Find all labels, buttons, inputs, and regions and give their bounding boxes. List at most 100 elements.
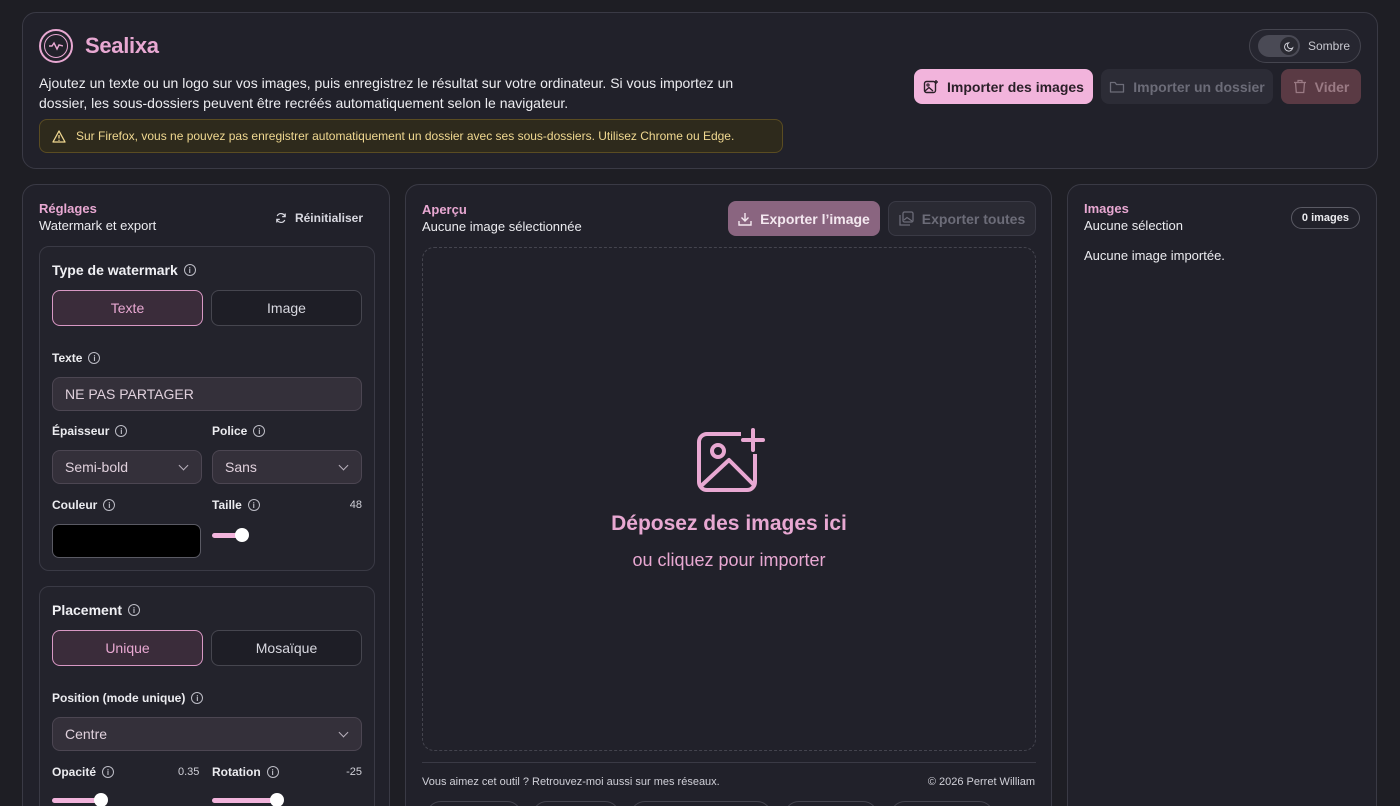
- import-folder-button[interactable]: Importer un dossier: [1101, 69, 1273, 104]
- footer-social-text: Vous aimez cet outil ? Retrouvez-moi aus…: [422, 776, 720, 788]
- social-link-button[interactable]: [426, 801, 522, 806]
- font-select[interactable]: Sans: [212, 450, 362, 484]
- export-image-label: Exporter l’image: [760, 210, 870, 227]
- folder-icon: [1110, 81, 1125, 93]
- weight-field-label: Épaisseur i: [52, 424, 128, 438]
- chevron-down-icon: [338, 460, 349, 470]
- rotation-slider[interactable]: [212, 798, 276, 803]
- size-label: Taille: [212, 498, 242, 512]
- position-field-label: Position (mode unique) i: [52, 691, 204, 705]
- weight-label: Épaisseur: [52, 424, 110, 438]
- color-field-label: Couleur i: [52, 498, 116, 512]
- weight-select[interactable]: Semi-bold: [52, 450, 202, 484]
- images-empty-text: Aucune image importée.: [1084, 248, 1225, 263]
- clear-button[interactable]: Vider: [1281, 69, 1361, 104]
- footer-divider: [422, 762, 1036, 763]
- firefox-warning: Sur Firefox, vous ne pouvez pas enregist…: [39, 119, 783, 153]
- preview-subtitle: Aucune image sélectionnée: [422, 219, 582, 234]
- social-link-button[interactable]: [784, 801, 878, 806]
- placement-label: Placement: [52, 602, 123, 618]
- app-name: Sealixa: [85, 33, 159, 58]
- rotation-field-label: Rotation i: [212, 765, 279, 779]
- placement-unique-option[interactable]: Unique: [52, 630, 203, 666]
- reset-label: Réinitialiser: [294, 211, 363, 225]
- footer-copyright: © 2026 Perret William: [927, 776, 1035, 788]
- settings-subtitle: Watermark et export: [39, 218, 157, 233]
- position-label: Position (mode unique): [52, 691, 186, 705]
- clear-label: Vider: [1314, 78, 1350, 95]
- rotation-slider-handle[interactable]: [270, 793, 284, 806]
- opacity-field-label: Opacité i: [52, 765, 115, 779]
- social-link-button[interactable]: [532, 801, 620, 806]
- images-count-badge: 0 images: [1290, 207, 1360, 229]
- import-images-button[interactable]: Importer des images: [914, 69, 1093, 104]
- font-value: Sans: [225, 459, 257, 475]
- color-label: Couleur: [52, 498, 98, 512]
- info-icon[interactable]: i: [183, 264, 196, 276]
- image-plus-icon: [697, 428, 765, 492]
- drop-zone[interactable]: Déposez des images ici ou cliquez pour i…: [422, 247, 1036, 751]
- rotation-value: -25: [346, 766, 362, 778]
- position-value: Centre: [65, 726, 108, 742]
- info-icon[interactable]: i: [102, 766, 115, 778]
- preview-title: Aperçu: [422, 202, 467, 217]
- social-link-button[interactable]: [890, 801, 994, 806]
- type-text-option[interactable]: Texte: [52, 290, 203, 326]
- size-slider-handle[interactable]: [235, 528, 249, 542]
- placement-section: Placement i Unique Mosaïque Position (mo…: [39, 586, 375, 806]
- export-all-label: Exporter toutes: [921, 210, 1026, 227]
- watermark-text-input[interactable]: NE PAS PARTAGER: [52, 377, 362, 411]
- download-icon: [738, 212, 752, 226]
- reset-button[interactable]: Réinitialiser: [275, 211, 363, 225]
- theme-switch[interactable]: [1258, 35, 1300, 57]
- size-value: 48: [349, 499, 362, 511]
- trash-icon: [1293, 79, 1306, 94]
- type-image-option[interactable]: Image: [211, 290, 362, 326]
- position-select[interactable]: Centre: [52, 717, 362, 751]
- info-icon[interactable]: i: [115, 425, 128, 437]
- social-link-button[interactable]: [630, 801, 772, 806]
- warning-icon: [52, 129, 66, 143]
- export-image-button[interactable]: Exporter l’image: [728, 201, 880, 236]
- info-icon[interactable]: i: [266, 766, 279, 778]
- import-folder-label: Importer un dossier: [1133, 78, 1265, 95]
- chevron-down-icon: [178, 460, 189, 470]
- opacity-value: 0.35: [178, 766, 200, 778]
- size-field-label: Taille i: [212, 498, 260, 512]
- font-field-label: Police i: [212, 424, 266, 438]
- info-icon[interactable]: i: [128, 604, 141, 616]
- drop-title: Déposez des images ici: [611, 512, 847, 535]
- settings-panel: Réglages Watermark et export Réinitialis…: [22, 184, 390, 806]
- export-all-button[interactable]: Exporter toutes: [888, 201, 1036, 236]
- text-field-label: Texte i: [52, 351, 101, 365]
- font-label: Police: [212, 424, 248, 438]
- warning-text: Sur Firefox, vous ne pouvez pas enregist…: [76, 129, 735, 143]
- theme-toggle[interactable]: Sombre: [1249, 29, 1361, 63]
- header-card: Sealixa Ajoutez un texte ou un logo sur …: [22, 12, 1378, 169]
- placement-mosaic-option[interactable]: Mosaïque: [211, 630, 362, 666]
- settings-title: Réglages: [39, 201, 97, 216]
- weight-value: Semi-bold: [65, 459, 129, 475]
- images-icon: [899, 211, 914, 226]
- opacity-slider[interactable]: [52, 798, 100, 803]
- watermark-type-label: Type de watermark: [52, 262, 178, 278]
- info-icon[interactable]: i: [191, 692, 204, 704]
- watermark-section: Type de watermark i Texte Image Texte i …: [39, 246, 375, 571]
- info-icon[interactable]: i: [253, 425, 266, 437]
- rotation-label: Rotation: [212, 765, 261, 779]
- drop-subtitle: ou cliquez pour importer: [632, 550, 826, 570]
- chevron-down-icon: [338, 727, 349, 737]
- info-icon[interactable]: i: [247, 499, 260, 511]
- info-icon[interactable]: i: [103, 499, 116, 511]
- images-title: Images: [1084, 201, 1129, 216]
- refresh-icon: [276, 212, 286, 224]
- preview-panel: Aperçu Aucune image sélectionnée Exporte…: [405, 184, 1052, 806]
- image-plus-icon: [923, 79, 939, 93]
- intro-text: Ajoutez un texte ou un logo sur vos imag…: [39, 75, 734, 111]
- text-label: Texte: [52, 351, 83, 365]
- import-images-label: Importer des images: [947, 78, 1084, 95]
- watermark-type-title: Type de watermark i: [52, 262, 196, 278]
- color-swatch[interactable]: [52, 524, 201, 558]
- opacity-slider-handle[interactable]: [94, 793, 108, 806]
- info-icon[interactable]: i: [88, 352, 101, 364]
